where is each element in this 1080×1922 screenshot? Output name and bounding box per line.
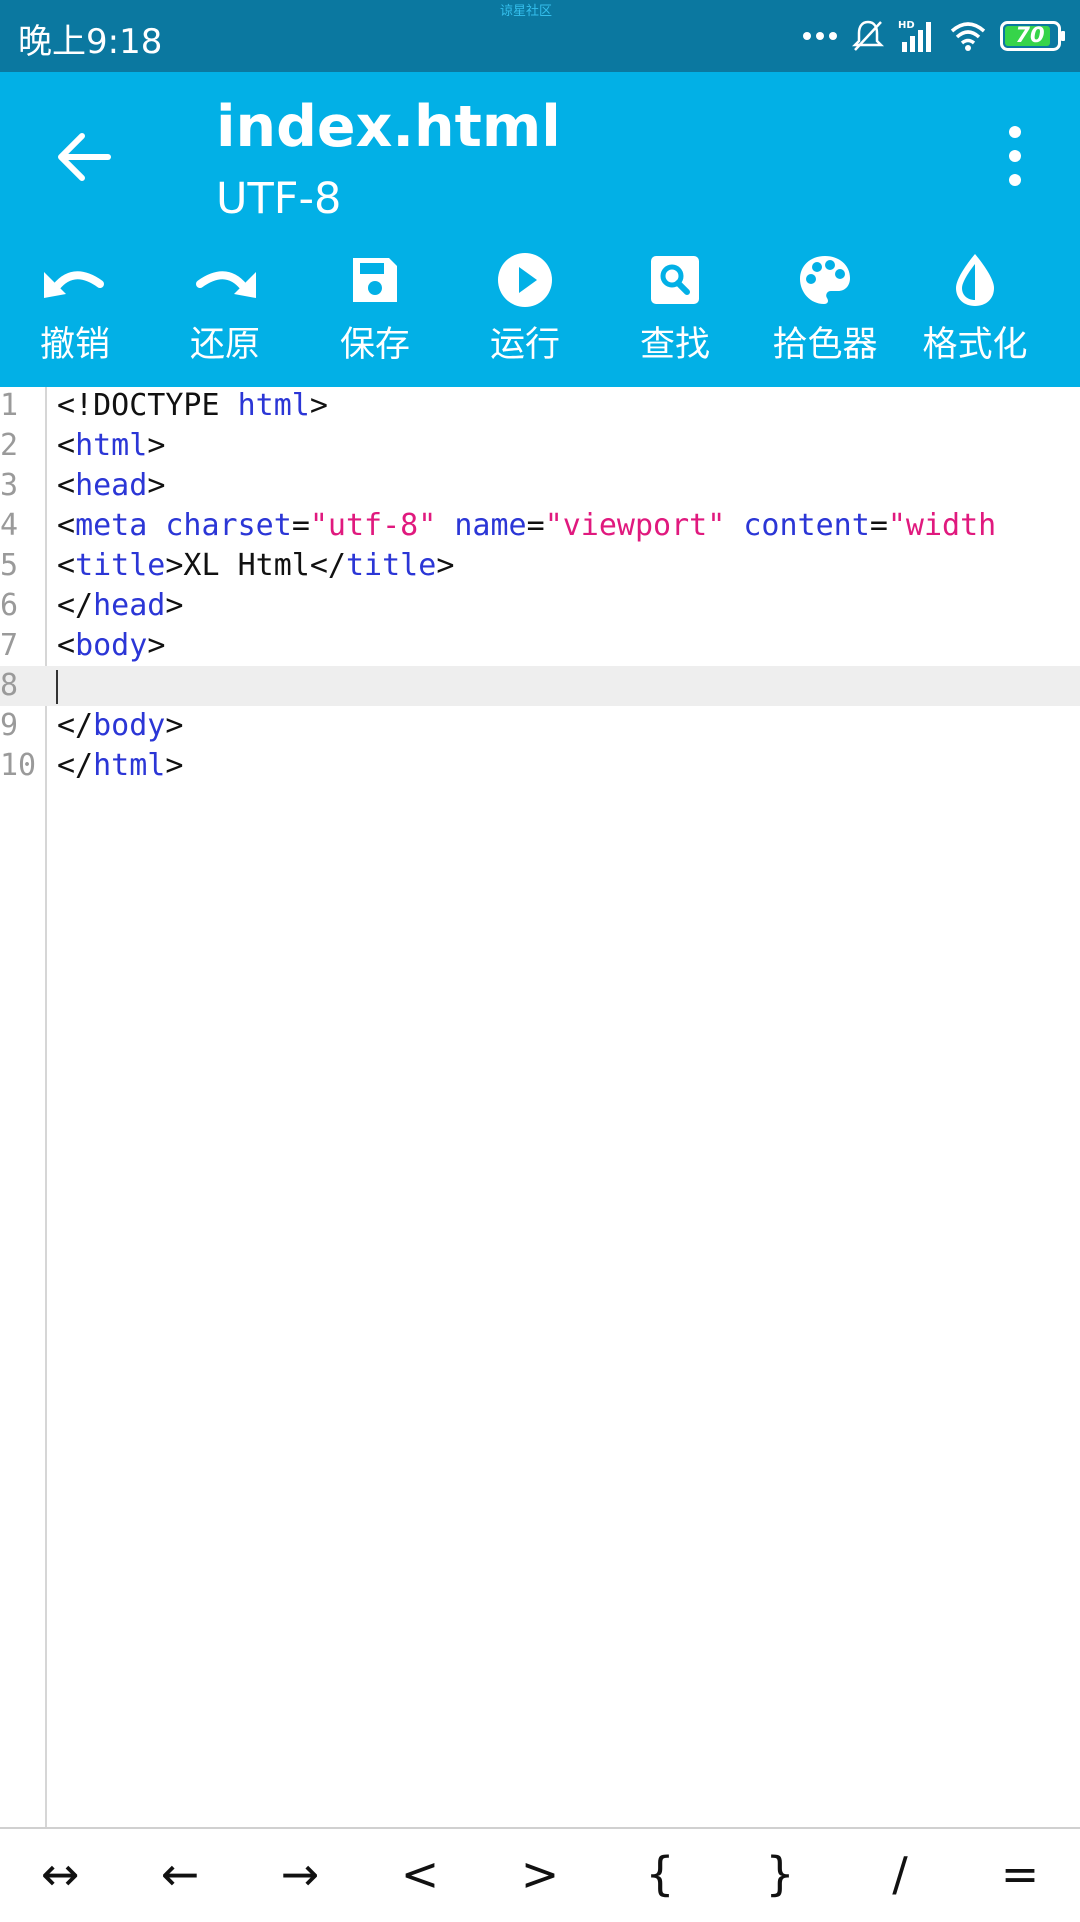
code-line-current: 8 — [0, 666, 1080, 706]
code-editor[interactable]: 1 <!DOCTYPE html> 2 <html> 3 <head> 4 <m… — [0, 387, 1080, 1827]
more-vert-icon — [1009, 126, 1021, 186]
file-encoding: UTF-8 — [216, 174, 342, 224]
code-text: <body> — [57, 628, 166, 663]
line-number: 3 — [0, 468, 19, 503]
format-label: 格式化 — [922, 325, 1028, 365]
mute-bell-icon — [852, 20, 884, 51]
signal-hd-icon: HD — [898, 20, 931, 52]
symbol-key[interactable]: < — [370, 1839, 470, 1909]
search-icon — [651, 256, 699, 304]
symbol-key[interactable]: ↔ — [10, 1839, 110, 1909]
color-picker-label: 拾色器 — [772, 325, 878, 365]
code-line: 5 <title>XL Html</title> — [0, 546, 1080, 586]
symbol-key[interactable]: } — [730, 1839, 830, 1909]
symbol-key[interactable]: → — [250, 1839, 350, 1909]
redo-button[interactable]: 还原 — [150, 250, 300, 380]
file-title: index.html — [216, 94, 561, 160]
color-picker-button[interactable]: 拾色器 — [750, 250, 900, 380]
line-number: 10 — [0, 748, 37, 783]
code-line: 1 <!DOCTYPE html> — [0, 386, 1080, 426]
arrow-back-icon — [58, 133, 111, 181]
line-number: 6 — [0, 588, 19, 623]
line-number: 7 — [0, 628, 19, 663]
format-drop-icon — [956, 254, 994, 306]
battery-icon: 70 — [1000, 21, 1066, 51]
code-text: </head> — [57, 588, 184, 623]
overflow-menu-button[interactable] — [990, 120, 1040, 192]
undo-label: 撤销 — [39, 325, 110, 365]
status-bar: 晚上9:18 谅星社区 HD 70 — [0, 0, 1080, 72]
symbol-key[interactable]: > — [490, 1839, 590, 1909]
run-button[interactable]: 运行 — [450, 250, 600, 380]
back-button[interactable] — [50, 122, 120, 192]
svg-text:HD: HD — [898, 20, 915, 31]
watermark: 谅星社区 — [500, 4, 553, 19]
code-line: 3 <head> — [0, 466, 1080, 506]
line-number: 9 — [0, 708, 19, 743]
find-button[interactable]: 查找 — [600, 250, 750, 380]
find-label: 查找 — [639, 325, 710, 365]
symbol-key[interactable]: ← — [130, 1839, 230, 1909]
palette-icon — [800, 256, 850, 304]
line-number: 5 — [0, 548, 19, 583]
run-label: 运行 — [489, 325, 560, 365]
toolbar: 撤销 还原 保存 运行 查找 拾色器 格式化 — [0, 250, 1080, 380]
code-line: 10 </html> — [0, 746, 1080, 786]
status-icons: HD 70 — [802, 16, 1066, 56]
line-number: 1 — [0, 388, 19, 423]
code-line: 2 <html> — [0, 426, 1080, 466]
code-line: 9 </body> — [0, 706, 1080, 746]
code-line: 6 </head> — [0, 586, 1080, 626]
code-text: </body> — [57, 708, 184, 743]
status-time: 晚上9:18 — [18, 22, 163, 62]
line-number: 2 — [0, 428, 19, 463]
text-cursor — [56, 670, 58, 704]
symbol-key[interactable]: / — [850, 1839, 950, 1909]
redo-label: 还原 — [189, 325, 260, 365]
symbol-key[interactable]: { — [610, 1839, 710, 1909]
app-bar: index.html UTF-8 撤销 还原 保存 运行 查找 拾色器 格式化 — [0, 72, 1080, 387]
play-icon — [498, 253, 552, 307]
save-icon — [353, 258, 397, 302]
code-text: </html> — [57, 748, 184, 783]
redo-icon — [196, 271, 256, 298]
symbol-bar: ↔ ← → < > { } / = — [0, 1827, 1080, 1922]
save-label: 保存 — [339, 325, 410, 365]
code-text: <meta charset="utf-8" name="viewport" co… — [57, 508, 997, 543]
line-number: 4 — [0, 508, 19, 543]
code-text: <head> — [57, 468, 166, 503]
symbol-key[interactable]: = — [970, 1839, 1070, 1909]
undo-icon — [44, 271, 104, 298]
code-text: <!DOCTYPE html> — [57, 388, 328, 423]
more-dots-icon — [803, 32, 837, 40]
code-line: 4 <meta charset="utf-8" name="viewport" … — [0, 506, 1080, 546]
code-text: <title>XL Html</title> — [57, 548, 455, 583]
battery-level: 70 — [1015, 23, 1045, 47]
save-button[interactable]: 保存 — [300, 250, 450, 380]
format-button[interactable]: 格式化 — [900, 250, 1050, 380]
line-number: 8 — [0, 668, 19, 703]
code-line: 7 <body> — [0, 626, 1080, 666]
undo-button[interactable]: 撤销 — [0, 250, 150, 380]
code-text: <html> — [57, 428, 166, 463]
wifi-icon — [950, 22, 986, 51]
